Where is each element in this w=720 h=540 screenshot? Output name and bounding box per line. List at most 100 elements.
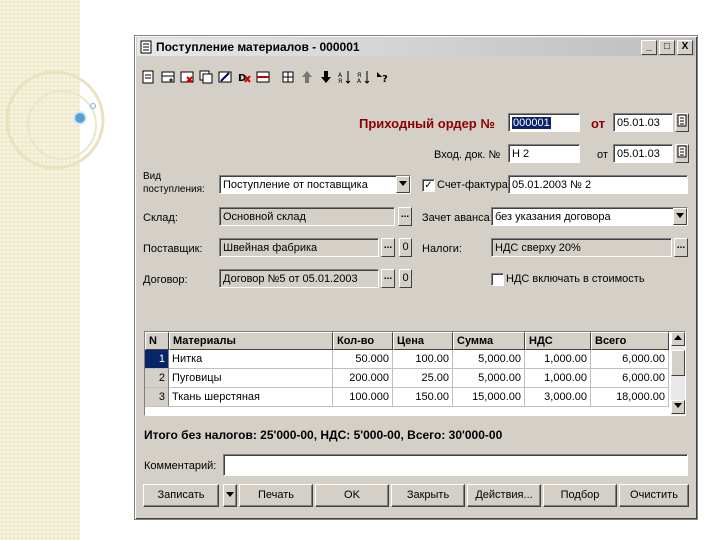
receipt-type-label: Вид поступления: [143,171,205,195]
price-cell[interactable]: 150.00 [393,388,453,407]
advance-dropdown[interactable] [673,208,687,225]
advance-select[interactable]: без указания договора [491,207,688,226]
contract-select-button[interactable]: ... [381,269,395,288]
warehouse-field[interactable]: Основной склад [219,207,395,226]
close-button[interactable]: Закрыть [391,484,465,507]
order-number-value: 000001 [512,117,551,129]
quantity-cell[interactable]: 100.000 [333,388,393,407]
calendar-icon [677,145,687,158]
column-header-vat[interactable]: НДС [525,332,591,350]
warehouse-select-button[interactable]: ... [398,207,412,226]
material-cell[interactable]: Нитка [169,350,333,369]
delete-row-icon[interactable] [179,69,195,85]
incoming-calendar-button[interactable] [675,144,689,163]
sum-cell[interactable]: 15,000.00 [453,388,525,407]
column-header-sum[interactable]: Сумма [453,332,525,350]
supplier-field[interactable]: Швейная фабрика [219,238,379,257]
quantity-cell[interactable]: 50.000 [333,350,393,369]
save-button[interactable]: Записать [143,484,219,507]
receipt-type-select[interactable]: Поступление от поставщика [219,175,411,194]
scroll-down-button[interactable] [671,400,685,414]
svg-text:Я: Я [338,78,342,84]
comment-label: Комментарий: [144,460,217,472]
column-header-price[interactable]: Цена [393,332,453,350]
advance-label: Зачет аванса: [422,212,493,224]
maximize-button[interactable]: □ [659,39,675,55]
totals-line: Итого без налогов: 25'000-00, НДС: 5'000… [144,428,503,442]
document-window: Поступление материалов - 000001 _ □ X D [134,35,698,520]
taxes-field[interactable]: НДС сверху 20% [491,238,672,257]
sort-asc-icon[interactable]: AЯ [337,69,353,85]
move-up-icon[interactable] [299,69,315,85]
table-row[interactable]: 1 Нитка 50.000 100.00 5,000.00 1,000.00 … [145,350,669,369]
taxes-select-button[interactable]: ... [674,238,688,257]
move-down-icon[interactable] [318,69,334,85]
comment-field[interactable] [223,454,688,476]
scroll-thumb[interactable] [671,350,685,376]
grid-icon[interactable] [280,69,296,85]
calendar-icon [677,114,687,127]
supplier-label: Поставщик: [143,243,203,255]
vat-cell[interactable]: 1,000.00 [525,350,591,369]
vat-include-checkbox[interactable] [491,273,504,286]
material-cell[interactable]: Ткань шерстяная [169,388,333,407]
sum-cell[interactable]: 5,000.00 [453,369,525,388]
order-calendar-button[interactable] [675,113,689,132]
table-scrollbar[interactable] [671,332,685,415]
total-cell[interactable]: 6,000.00 [591,350,669,369]
order-from-label: от [591,116,605,131]
scroll-up-button[interactable] [671,332,685,346]
supplier-open-button[interactable]: 0 [399,238,412,257]
column-header-materials[interactable]: Материалы [169,332,333,350]
edit-row-icon[interactable] [217,69,233,85]
vat-cell[interactable]: 1,000.00 [525,369,591,388]
help-icon[interactable]: ? [375,69,391,85]
vat-cell[interactable]: 3,000.00 [525,388,591,407]
ok-button[interactable]: OK [315,484,389,507]
price-cell[interactable]: 100.00 [393,350,453,369]
delete-mark-icon[interactable]: D [236,69,252,85]
price-cell[interactable]: 25.00 [393,369,453,388]
minimize-button[interactable]: _ [641,39,657,55]
incoming-doc-label: Вход. док. № [434,149,501,161]
selection-button[interactable]: Подбор [543,484,617,507]
save-menu-button[interactable] [223,484,237,507]
column-header-quantity[interactable]: Кол-во [333,332,393,350]
supplier-select-button[interactable]: ... [381,238,395,257]
contract-field[interactable]: Договор №5 от 05.01.2003 [219,269,379,288]
table-header: N Материалы Кол-во Цена Сумма НДС Всего [145,332,669,350]
invoice-checkbox[interactable]: ✓ [422,179,435,192]
order-number-field[interactable]: 000001 [508,113,580,132]
copy-row-icon[interactable] [198,69,214,85]
column-header-total[interactable]: Всего [591,332,669,350]
vat-include-label: НДС включать в стоимость [506,273,645,285]
print-button[interactable]: Печать [239,484,313,507]
contract-open-button[interactable]: 0 [399,269,412,288]
order-date-field[interactable]: 05.01.03 [613,113,673,132]
chevron-down-icon [676,213,684,218]
quantity-cell[interactable]: 200.000 [333,369,393,388]
table-row[interactable]: 2 Пуговицы 200.000 25.00 5,000.00 1,000.… [145,369,669,388]
new-doc-icon[interactable] [141,69,157,85]
sum-cell[interactable]: 5,000.00 [453,350,525,369]
incoming-date-field[interactable]: 05.01.03 [613,144,673,163]
add-row-icon[interactable] [160,69,176,85]
clear-button[interactable]: Очистить [619,484,689,507]
total-cell[interactable]: 6,000.00 [591,369,669,388]
document-icon [140,40,152,54]
receipt-type-dropdown[interactable] [396,176,410,193]
column-header-n[interactable]: N [145,332,169,350]
svg-text:D: D [238,73,246,84]
material-cell[interactable]: Пуговицы [169,369,333,388]
chevron-down-icon [226,492,234,497]
insert-icon[interactable] [255,69,271,85]
sort-desc-icon[interactable]: ЯA [356,69,372,85]
incoming-doc-number-field[interactable]: Н 2 [508,144,580,163]
materials-table: N Материалы Кол-во Цена Сумма НДС Всего … [144,331,686,416]
invoice-field[interactable]: 05.01.2003 № 2 [508,175,688,194]
close-window-button[interactable]: X [677,39,693,55]
chevron-up-icon [674,335,682,340]
table-row[interactable]: 3 Ткань шерстяная 100.000 150.00 15,000.… [145,388,669,407]
total-cell[interactable]: 18,000.00 [591,388,669,407]
actions-button[interactable]: Действия... [467,484,541,507]
